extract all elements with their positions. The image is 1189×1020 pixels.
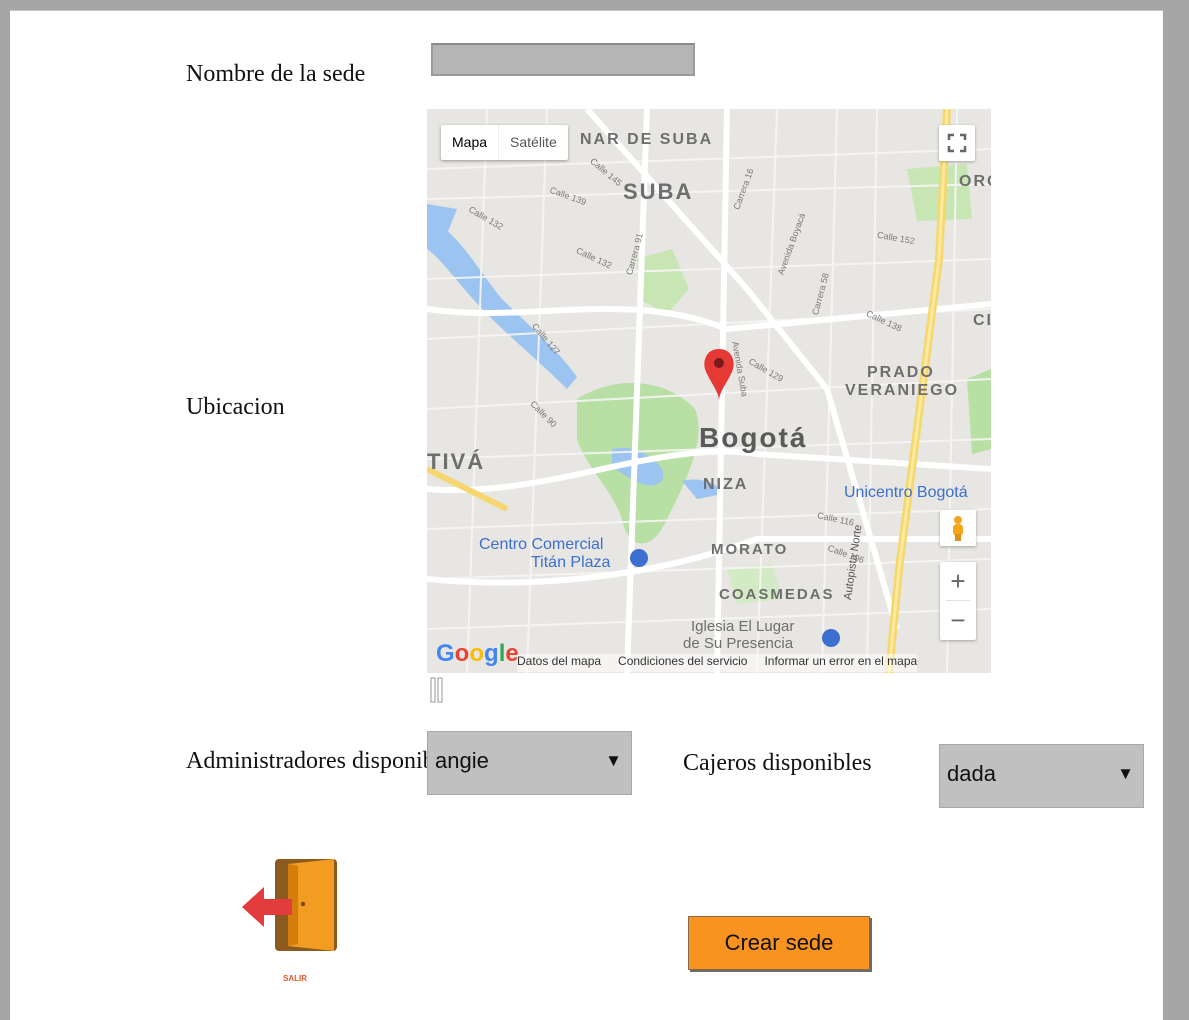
map-label-prado-1: PRADO [867,364,935,381]
map-label-ci: CI [973,312,991,329]
map-label-iglesia-1: Iglesia El Lugar [691,618,795,635]
exit-label: SALIR [283,974,307,983]
fullscreen-button[interactable] [939,125,975,161]
page: Nombre de la sede Ubicacion NAR DE SUBA … [10,10,1163,1020]
name-input[interactable] [431,43,695,76]
zoom-control: + − [940,562,976,640]
map-label-niza: NIZA [703,476,749,493]
map-label-iglesia-2: de Su Presencia [683,635,794,652]
google-logo: Google [436,640,519,667]
street-view-button[interactable] [940,510,976,546]
map-label-unicentro: Unicentro Bogotá [844,484,968,501]
admins-select-value: angie [435,748,489,773]
resize-handle-icon [430,677,443,703]
map-label-bogota: Bogotá [699,422,808,453]
name-label: Nombre de la sede [186,61,366,87]
create-branch-button[interactable]: Crear sede [688,916,870,970]
map-label-suba-top: NAR DE SUBA [580,131,714,148]
map-data-link[interactable]: Datos del mapa [517,654,601,672]
chevron-down-icon: ▼ [605,751,622,770]
location-label: Ubicacion [186,394,285,420]
map-type-satellite-button[interactable]: Satélite [498,125,568,160]
admins-label: Administradores disponibles [186,748,462,774]
map-label-suba: SUBA [623,179,694,204]
terms-link[interactable]: Condiciones del servicio [618,654,747,672]
map-label-orq: ORO [959,173,991,190]
map-type-control: Mapa Satélite [441,125,568,160]
map-label-coasmedas: COASMEDAS [719,586,835,603]
exit-door-icon [242,859,337,951]
exit-button[interactable]: SALIR [240,854,350,994]
map-label-prado-2: VERANIEGO [845,382,960,399]
map-label-titan-2: Titán Plaza [531,554,611,571]
zoom-out-button[interactable]: − [940,601,976,639]
map-type-map-button[interactable]: Mapa [441,125,498,160]
map-label-morato: MORATO [711,541,789,558]
fullscreen-icon [947,133,967,153]
chevron-down-icon: ▼ [1117,764,1134,783]
map-attribution: Datos del mapa Condiciones del servicio … [517,654,918,672]
admins-select[interactable]: angie ▼ [427,731,632,795]
cashiers-select[interactable]: dada ▼ [939,744,1144,808]
cashiers-label: Cajeros disponibles [683,750,872,776]
cashiers-select-value: dada [947,761,996,786]
map-label-tiva: TIVÁ [427,449,486,474]
report-error-link[interactable]: Informar un error en el mapa [764,654,917,672]
zoom-in-button[interactable]: + [940,562,976,600]
pegman-icon [953,516,963,541]
location-map[interactable]: NAR DE SUBA SUBA ORO CI PRADO VERANIEGO … [427,109,991,673]
map-label-titan-1: Centro Comercial [479,536,604,553]
